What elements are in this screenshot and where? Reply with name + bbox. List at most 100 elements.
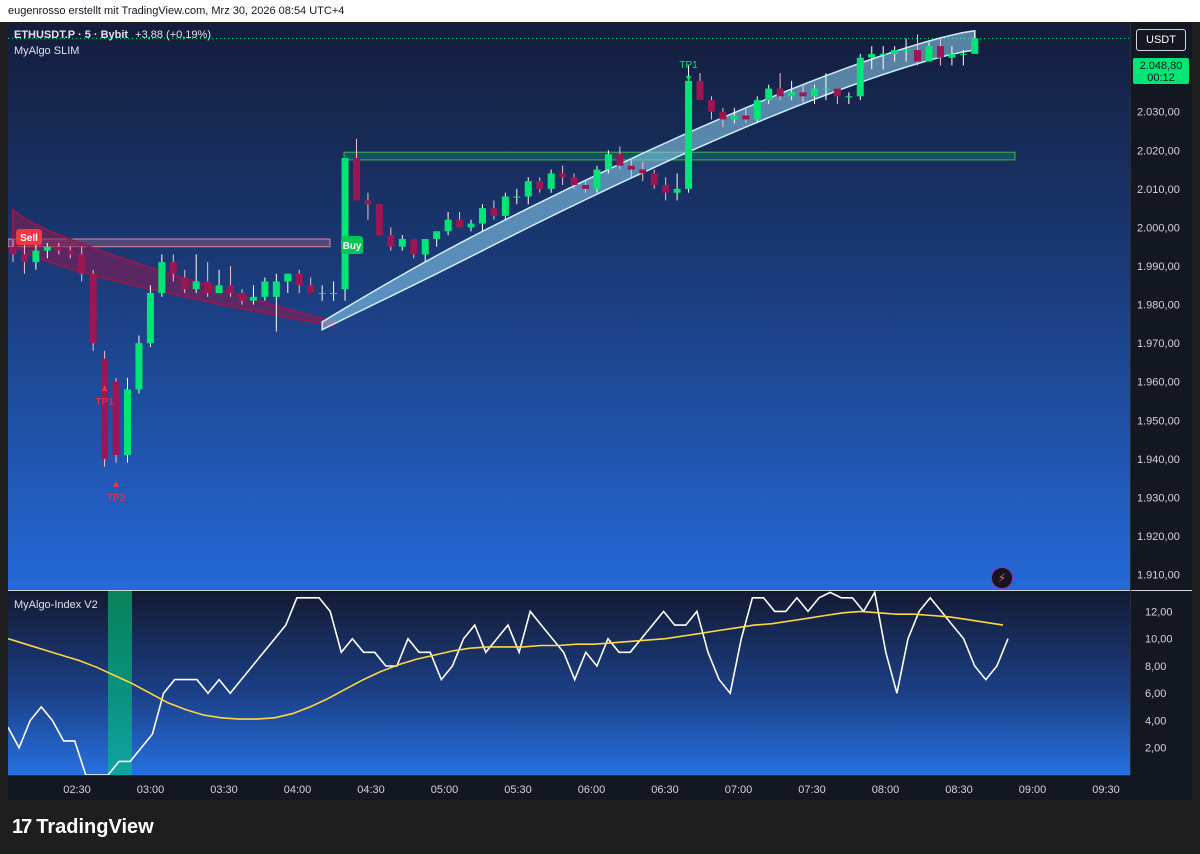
candle-body: [20, 254, 28, 263]
indicator-pane-legend[interactable]: MyAlgo-Index V2: [14, 599, 98, 611]
candle-body: [101, 358, 109, 459]
candle-body: [696, 80, 704, 101]
candle-body: [78, 254, 86, 274]
candle-body: [66, 250, 74, 255]
buy-signal: Buy: [341, 236, 364, 254]
candle-body: [318, 293, 326, 294]
candle-body: [387, 235, 395, 247]
symbol-info: ETHUSDT.P · 5 · Bybit: [14, 29, 129, 41]
candle-body: [124, 389, 131, 455]
candle-body: [936, 46, 944, 58]
sell-label: Sell: [20, 233, 38, 244]
candle-body: [204, 281, 212, 293]
candle-body: [685, 80, 693, 189]
candle-body: [169, 262, 177, 274]
indicator-legend[interactable]: MyAlgo SLIM: [14, 45, 79, 57]
index-tick-label: 8,00: [1145, 661, 1166, 673]
tradingview-label: TradingView: [36, 816, 154, 838]
tp1-short-arrow: ▲: [100, 383, 110, 394]
candle-body: [536, 181, 544, 189]
currency-button[interactable]: USDT: [1136, 29, 1186, 51]
candle-body: [788, 92, 796, 97]
candle-body: [959, 53, 967, 55]
sell-signal: Sell: [16, 229, 42, 245]
candle-body: [43, 246, 51, 251]
time-tick-label: 03:30: [210, 784, 238, 796]
candle-body: [501, 196, 509, 216]
index-tick-label: 2,00: [1145, 743, 1166, 755]
candle-body: [295, 273, 303, 286]
candle-body: [742, 115, 750, 120]
candle-body: [433, 231, 441, 239]
price-axis[interactable]: 2.040,002.030,002.020,002.010,002.000,00…: [1130, 23, 1192, 775]
price-tick-label: 1.990,00: [1137, 261, 1180, 273]
candle-body: [650, 173, 658, 185]
candle-body: [478, 208, 486, 224]
candle-body: [341, 158, 349, 290]
candle-body: [616, 154, 624, 166]
candle-body: [398, 239, 406, 247]
candle-body: [822, 88, 830, 90]
candle-body: [593, 169, 601, 189]
lightning-icon[interactable]: ⚡: [991, 567, 1013, 589]
candle-body: [925, 46, 933, 62]
time-tick-label: 04:30: [357, 784, 385, 796]
candle-body: [765, 88, 773, 101]
candle-body: [112, 381, 120, 455]
time-tick-label: 05:30: [504, 784, 532, 796]
time-axis-svg: 02:30 03:00 03:30 04:00 04:30 05:00 05:30 06:00…: [63, 784, 1120, 796]
candle-body: [375, 204, 383, 236]
price-tick-label: 1.950,00: [1137, 415, 1180, 427]
candle-body: [55, 246, 63, 251]
price-tick-label: 1.970,00: [1137, 338, 1180, 350]
signal-highlight: [108, 591, 132, 775]
candle-body: [707, 100, 715, 112]
candle-body: [330, 293, 338, 294]
index-tick-label: 12,00: [1145, 606, 1173, 618]
candle-body: [639, 169, 647, 174]
tradingview-brand[interactable]: 17 TradingView: [12, 816, 154, 839]
candle-body: [879, 53, 887, 55]
candle-body: [249, 296, 257, 301]
candle-body: [261, 281, 269, 297]
candle-body: [719, 111, 727, 120]
candle-body: [307, 285, 315, 293]
candle-body: [135, 343, 143, 390]
price-tick-label: 2.020,00: [1137, 145, 1180, 157]
time-tick-label: 03:00: [137, 784, 165, 796]
candle-body: [730, 115, 738, 120]
candle-body: [32, 250, 40, 263]
candle-body: [353, 158, 360, 201]
time-axis[interactable]: 02:30 03:00 03:30 04:00 04:30 05:00 05:30 06:00…: [8, 775, 1130, 800]
chart-caption: eugenrosso erstellt mit TradingView.com,…: [0, 0, 1200, 22]
candle-body: [215, 285, 223, 293]
candle-body: [971, 38, 979, 54]
candle-body: [856, 57, 864, 97]
candle-body: [604, 154, 612, 170]
oscillator-line: [8, 591, 1009, 775]
candle-body: [238, 293, 246, 301]
candle-body: [547, 173, 555, 189]
indicator-pane[interactable]: MyAlgo-Index V2: [8, 591, 1130, 775]
price-tick-label: 1.960,00: [1137, 377, 1180, 389]
candle-body: [673, 188, 681, 193]
candle-body: [559, 173, 567, 178]
candle-body: [284, 273, 292, 282]
last-price-tag: 2.048,80 00:12: [1133, 58, 1189, 84]
bullish-ribbon: [321, 29, 976, 331]
candle-body: [582, 185, 589, 189]
time-tick-label: 07:00: [725, 784, 753, 796]
candle-body: [914, 50, 922, 62]
price-tick-label: 2.030,00: [1137, 107, 1180, 119]
candle-body: [467, 223, 475, 228]
candle-body: [9, 246, 17, 255]
candle-body: [570, 177, 578, 185]
price-pane[interactable]: Sell Buy ▲ TP1 ▲ TP2 TP1 ▼ ETHUSDT.P · 5 · Bybi…: [8, 23, 1130, 591]
candle-body: [811, 88, 818, 97]
price-tick-label: 2.000,00: [1137, 222, 1180, 234]
symbol-legend[interactable]: ETHUSDT.P · 5 · Bybit +3,88 (+0,19%): [14, 29, 211, 41]
last-price-value: 2.048,80: [1139, 60, 1183, 72]
price-axis-svg: 2.040,002.030,002.020,002.010,002.000,00…: [1131, 68, 1192, 755]
chart-frame: Sell Buy ▲ TP1 ▲ TP2 TP1 ▼ ETHUSDT.P · 5 · Bybi…: [8, 23, 1192, 800]
candle-body: [227, 285, 235, 293]
